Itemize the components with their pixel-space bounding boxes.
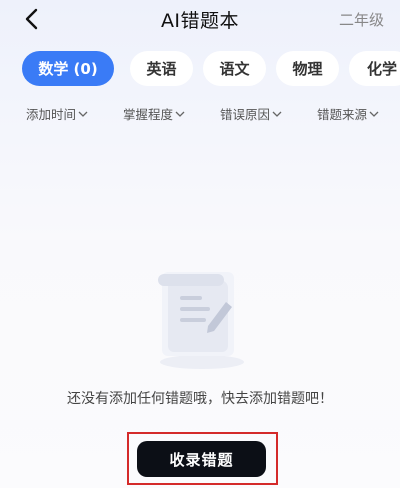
filter-label: 错题来源 [317,107,368,122]
filter-source[interactable]: 错题来源 [317,104,379,123]
subject-tabs: 数学 (0) 英语 语文 物理 化学 [22,51,400,86]
chevron-down-icon [272,111,282,117]
filter-label: 添加时间 [26,107,77,122]
empty-state-message: 还没有添加任何错题哦，快去添加错题吧！ [67,391,333,407]
chevron-down-icon [78,111,88,117]
tab-english[interactable]: 英语 [130,51,193,86]
grade-selector[interactable]: 二年级 [339,9,384,30]
tab-chemistry[interactable]: 化学 [349,51,400,86]
filter-error-reason[interactable]: 错误原因 [220,104,282,123]
filter-added-time[interactable]: 添加时间 [26,104,88,123]
add-mistake-button[interactable]: 收录错题 [137,441,266,477]
chevron-down-icon [369,111,379,117]
filter-mastery[interactable]: 掌握程度 [123,104,185,123]
chevron-down-icon [175,111,185,117]
filter-bar: 添加时间 掌握程度 错误原因 错题来源 [0,104,400,128]
app-header: AI错题本 二年级 [0,0,400,38]
tab-math[interactable]: 数学 (0) [22,51,114,86]
tab-chinese[interactable]: 语文 [203,51,266,86]
document-pencil-icon [158,272,244,369]
tab-physics[interactable]: 物理 [276,51,339,86]
filter-label: 掌握程度 [123,107,174,122]
filter-label: 错误原因 [220,107,271,122]
